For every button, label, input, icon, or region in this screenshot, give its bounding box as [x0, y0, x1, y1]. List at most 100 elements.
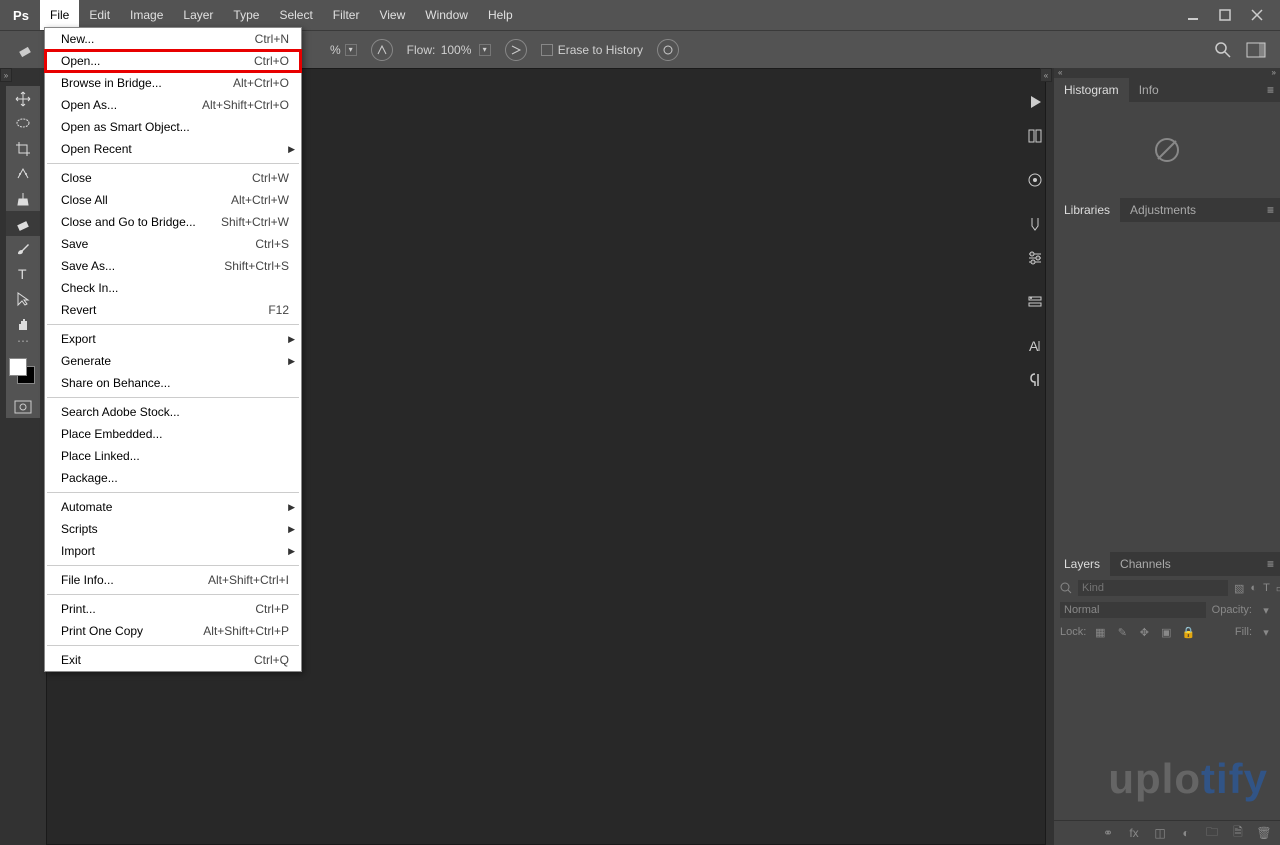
menu-image[interactable]: Image: [120, 0, 173, 30]
menu-item-package[interactable]: Package...: [45, 467, 301, 489]
menu-item-check-in[interactable]: Check In...: [45, 277, 301, 299]
menu-item-revert[interactable]: RevertF12: [45, 299, 301, 321]
menu-item-open[interactable]: Open...Ctrl+O: [45, 50, 301, 72]
clone-stamp-tool[interactable]: [6, 186, 40, 211]
lock-transparency-icon[interactable]: ▦: [1092, 624, 1108, 640]
properties-icon[interactable]: [1021, 166, 1049, 194]
filter-type-icon[interactable]: T: [1263, 580, 1270, 596]
menu-item-browse-in-bridge[interactable]: Browse in Bridge...Alt+Ctrl+O: [45, 72, 301, 94]
menu-item-print[interactable]: Print...Ctrl+P: [45, 598, 301, 620]
left-collapse-handle[interactable]: »: [0, 68, 12, 82]
menu-item-open-as[interactable]: Open As...Alt+Shift+Ctrl+O: [45, 94, 301, 116]
more-tools[interactable]: ⋯: [6, 336, 40, 352]
lock-pixels-icon[interactable]: ✎: [1114, 624, 1130, 640]
quick-mask-toggle[interactable]: [6, 396, 40, 418]
brush-settings-icon[interactable]: [1021, 244, 1049, 272]
foreground-color-swatch[interactable]: [9, 358, 27, 376]
filter-adjust-icon[interactable]: ◐: [1250, 580, 1257, 596]
menu-item-open-as-smart-object[interactable]: Open as Smart Object...: [45, 116, 301, 138]
play-icon[interactable]: [1021, 88, 1049, 116]
search-icon[interactable]: [1214, 41, 1232, 59]
layer-filter-input[interactable]: [1078, 580, 1228, 596]
menu-item-import[interactable]: Import: [45, 540, 301, 562]
paragraph-icon[interactable]: [1021, 366, 1049, 394]
type-tool[interactable]: T: [6, 261, 40, 286]
close-window-button[interactable]: [1248, 6, 1266, 24]
opacity-dropdown[interactable]: ▾: [345, 44, 357, 56]
pressure-opacity-icon[interactable]: [371, 39, 393, 61]
menu-item-generate[interactable]: Generate: [45, 350, 301, 372]
new-layer-icon[interactable]: 🗎: [1230, 825, 1246, 841]
adjustment-layer-icon[interactable]: ◐: [1178, 825, 1194, 841]
move-tool[interactable]: [6, 86, 40, 111]
link-layers-icon[interactable]: ⚭: [1100, 825, 1116, 841]
menu-item-scripts[interactable]: Scripts: [45, 518, 301, 540]
tab-libraries[interactable]: Libraries: [1054, 198, 1120, 222]
menu-layer[interactable]: Layer: [173, 0, 223, 30]
menu-item-automate[interactable]: Automate: [45, 496, 301, 518]
menu-edit[interactable]: Edit: [79, 0, 120, 30]
tab-channels[interactable]: Channels: [1110, 552, 1181, 576]
menu-select[interactable]: Select: [269, 0, 322, 30]
lock-all-icon[interactable]: 🔒: [1180, 624, 1196, 640]
lock-artboard-icon[interactable]: ▣: [1158, 624, 1174, 640]
right-collapse-handle[interactable]: «: [1040, 68, 1052, 82]
opacity-dropdown[interactable]: ▾: [1258, 602, 1274, 618]
panel-menu-icon[interactable]: ≡: [1261, 203, 1280, 217]
menu-item-exit[interactable]: ExitCtrl+Q: [45, 649, 301, 671]
menu-file[interactable]: File: [40, 0, 79, 30]
tab-layers[interactable]: Layers: [1054, 552, 1110, 576]
menu-item-search-adobe-stock[interactable]: Search Adobe Stock...: [45, 401, 301, 423]
menu-view[interactable]: View: [369, 0, 415, 30]
character-icon[interactable]: A: [1021, 332, 1049, 360]
menu-item-close[interactable]: CloseCtrl+W: [45, 167, 301, 189]
flow-dropdown[interactable]: ▾: [479, 44, 491, 56]
menu-item-save[interactable]: SaveCtrl+S: [45, 233, 301, 255]
tab-adjustments[interactable]: Adjustments: [1120, 198, 1206, 222]
airbrush-icon[interactable]: [505, 39, 527, 61]
minimize-button[interactable]: [1184, 6, 1202, 24]
delete-layer-icon[interactable]: 🗑: [1256, 825, 1272, 841]
eraser-tool[interactable]: [6, 211, 40, 236]
menu-item-save-as[interactable]: Save As...Shift+Ctrl+S: [45, 255, 301, 277]
flow-value[interactable]: 100%: [441, 43, 477, 57]
menu-item-print-one-copy[interactable]: Print One CopyAlt+Shift+Ctrl+P: [45, 620, 301, 642]
menu-item-new[interactable]: New...Ctrl+N: [45, 28, 301, 50]
filter-shape-icon[interactable]: ▭: [1276, 580, 1280, 596]
workspace-switcher-icon[interactable]: [1246, 42, 1266, 58]
lock-position-icon[interactable]: ✥: [1136, 624, 1152, 640]
menu-type[interactable]: Type: [223, 0, 269, 30]
crop-tool[interactable]: [6, 136, 40, 161]
layer-style-icon[interactable]: fx: [1126, 825, 1142, 841]
layer-comps-icon[interactable]: [1021, 288, 1049, 316]
menu-help[interactable]: Help: [478, 0, 523, 30]
tab-info[interactable]: Info: [1129, 78, 1169, 102]
menu-item-place-embedded[interactable]: Place Embedded...: [45, 423, 301, 445]
panel-collapse-bar[interactable]: «»: [1054, 68, 1280, 78]
filter-pixel-icon[interactable]: ▧: [1234, 580, 1244, 596]
menu-window[interactable]: Window: [415, 0, 478, 30]
hand-tool[interactable]: [6, 311, 40, 336]
menu-filter[interactable]: Filter: [323, 0, 370, 30]
history-icon[interactable]: [1021, 122, 1049, 150]
menu-item-open-recent[interactable]: Open Recent: [45, 138, 301, 160]
panel-menu-icon[interactable]: ≡: [1261, 83, 1280, 97]
maximize-button[interactable]: [1216, 6, 1234, 24]
lasso-tool[interactable]: [6, 111, 40, 136]
fill-dropdown[interactable]: ▾: [1258, 624, 1274, 640]
menu-item-file-info[interactable]: File Info...Alt+Shift+Ctrl+I: [45, 569, 301, 591]
current-tool-icon[interactable]: [14, 37, 40, 63]
menu-item-close-all[interactable]: Close AllAlt+Ctrl+W: [45, 189, 301, 211]
path-select-tool[interactable]: [6, 286, 40, 311]
color-swatches[interactable]: [6, 356, 40, 390]
erase-history-checkbox[interactable]: [541, 44, 553, 56]
tab-histogram[interactable]: Histogram: [1054, 78, 1129, 102]
menu-item-share-on-behance[interactable]: Share on Behance...: [45, 372, 301, 394]
menu-item-export[interactable]: Export: [45, 328, 301, 350]
panel-menu-icon[interactable]: ≡: [1261, 557, 1280, 571]
blend-mode-select[interactable]: Normal: [1060, 602, 1206, 618]
pressure-size-icon[interactable]: [657, 39, 679, 61]
menu-item-close-and-go-to-bridge[interactable]: Close and Go to Bridge...Shift+Ctrl+W: [45, 211, 301, 233]
brushes-icon[interactable]: [1021, 210, 1049, 238]
brush-tool[interactable]: [6, 236, 40, 261]
